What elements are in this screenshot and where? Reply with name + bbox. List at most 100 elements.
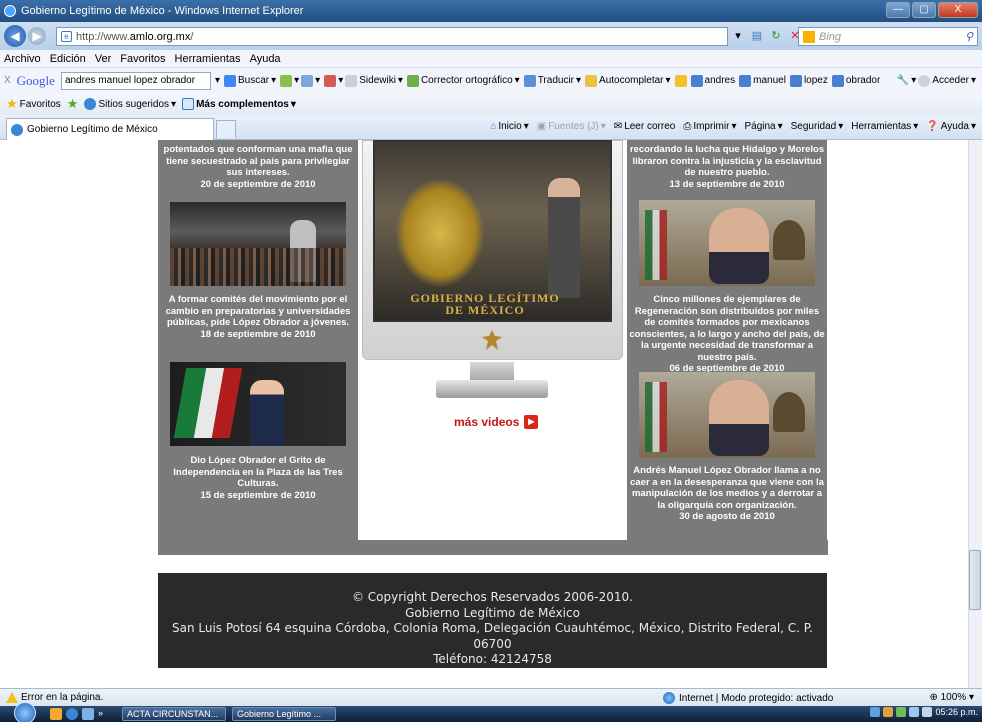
herramientas-button[interactable]: Herramientas ▾: [851, 121, 918, 132]
status-error-text[interactable]: Error en la página.: [21, 692, 103, 703]
folder-icon[interactable]: [82, 708, 94, 720]
taskbar-item-acta[interactable]: ACTA CIRCUNSTAN...: [122, 707, 226, 721]
highlight-obrador[interactable]: obrador: [831, 74, 881, 87]
dropdown-arrow-icon[interactable]: ▾: [215, 75, 220, 86]
tray-icon[interactable]: [883, 707, 894, 717]
news-photo-portrait-1[interactable]: [639, 200, 815, 286]
back-button[interactable]: ◀: [4, 25, 26, 47]
menu-edicion[interactable]: Edición: [50, 53, 86, 65]
bing-placeholder: Bing: [819, 30, 842, 43]
news-date: 15 de septiembre de 2010: [200, 489, 316, 501]
leer-correo-button[interactable]: ✉ Leer correo: [614, 121, 676, 132]
sitios-sugeridos-button[interactable]: Sitios sugeridos ▾: [84, 98, 176, 110]
spellcheck-icon: [406, 74, 419, 87]
url-suffix: /: [190, 30, 194, 43]
show-desktop-icon[interactable]: [50, 708, 62, 720]
address-bar: ◀ ▶ e http://www. amlo.org.mx / ▾ ▤ ↻ ✕ Bi…: [0, 22, 982, 50]
news-item-left-2[interactable]: A formar comités del movimiento por el c…: [160, 294, 356, 340]
footer-org: Gobierno Legítimo de México: [405, 605, 580, 620]
menu-herramientas[interactable]: Herramientas: [175, 53, 241, 65]
system-tray: 05:26 p.m.: [870, 707, 978, 717]
menu-ayuda[interactable]: Ayuda: [250, 53, 281, 65]
new-tab-button[interactable]: [216, 120, 236, 138]
bing-logo-icon: [803, 30, 815, 43]
more-videos-link[interactable]: más videos ▶: [454, 415, 539, 429]
highlight-lopez[interactable]: lopez: [789, 74, 828, 87]
scrollbar-thumb[interactable]: [969, 550, 981, 610]
footer-phone: Teléfono: 42124758: [433, 652, 552, 666]
start-button[interactable]: [14, 702, 36, 722]
close-button[interactable]: X: [938, 2, 978, 18]
news-text: potentados que conforman una mafia que t…: [163, 144, 353, 178]
url-prefix: http://www.: [76, 30, 130, 43]
menu-ver[interactable]: Ver: [95, 53, 112, 65]
highlight-label: obrador: [845, 75, 881, 86]
google-logo: Google: [16, 72, 55, 88]
inicio-label: Inicio: [498, 121, 522, 132]
video-player[interactable]: GOBIERNO LEGÍTIMO DE MÉXICO: [373, 140, 612, 322]
herramientas-label: Herramientas: [851, 121, 912, 132]
news-photo-rally[interactable]: [170, 202, 346, 286]
sidewiki-button[interactable]: ▾ Sidewiki ▾: [324, 74, 403, 87]
search-icon[interactable]: ⚲: [965, 30, 973, 43]
bing-search-input[interactable]: Bing ⚲: [798, 27, 978, 46]
forward-button[interactable]: ▶: [28, 27, 46, 45]
clock[interactable]: 05:26 p.m.: [935, 707, 978, 717]
news-item-left-1[interactable]: potentados que conforman una mafia que t…: [160, 144, 356, 190]
tray-icon[interactable]: [896, 707, 907, 717]
traducir-button[interactable]: Traducir ▾: [523, 74, 581, 87]
zoom-level: 100%: [940, 692, 967, 703]
google-search-input[interactable]: andres manuel lopez obrador: [60, 71, 211, 90]
google-search-icon: [223, 74, 236, 87]
zoom-control[interactable]: ⊕ 100% ▾: [929, 692, 974, 703]
pagina-button[interactable]: Página ▾: [744, 121, 782, 132]
highlight-manuel[interactable]: manuel: [739, 74, 786, 87]
news-photo-grito[interactable]: [170, 362, 346, 446]
inicio-button[interactable]: ⌂ Inicio ▾: [490, 121, 528, 132]
more-icon[interactable]: »: [98, 708, 103, 720]
autocompletar-button[interactable]: Autocompletar ▾: [585, 74, 671, 87]
mail-icon: ✉: [613, 121, 623, 132]
highlight-andres[interactable]: andres: [690, 74, 735, 87]
gear-icon: [280, 74, 293, 87]
favoritos-button[interactable]: ★ Favoritos: [6, 96, 61, 112]
network-icon[interactable]: [909, 707, 920, 717]
tab-gobierno-legitimo[interactable]: Gobierno Legítimo de México: [6, 118, 214, 140]
ayuda-button[interactable]: ❓ Ayuda ▾: [926, 121, 976, 132]
refresh-icon[interactable]: ↻: [768, 28, 784, 44]
news-item-left-3[interactable]: Dio López Obrador el Grito de Independen…: [160, 455, 356, 501]
warning-icon[interactable]: [6, 692, 18, 703]
imprimir-button[interactable]: ⎙ Imprimir ▾: [683, 121, 736, 132]
add-favorite-icon[interactable]: ★: [67, 96, 79, 112]
corrector-button[interactable]: Corrector ortográfico ▾: [406, 74, 520, 87]
buscar-button[interactable]: Buscar ▾: [223, 74, 276, 87]
ie-icon[interactable]: [66, 708, 78, 720]
autocompletar-label: Autocompletar: [599, 75, 664, 86]
volume-icon[interactable]: [922, 707, 933, 717]
toolbar-options[interactable]: ▾ ▾: [280, 74, 320, 87]
eagle-emblem-icon: [395, 178, 485, 288]
toolbar-close-icon[interactable]: X: [4, 75, 11, 86]
security-zone[interactable]: Internet | Modo protegido: activado: [663, 692, 833, 704]
acceder-button[interactable]: 🔧 ▾ Acceder ▾: [897, 74, 976, 87]
compatibility-icon[interactable]: ▤: [749, 28, 765, 44]
fuentes-button[interactable]: ▣ Fuentes (J) ▾: [537, 121, 606, 132]
news-item-right-3[interactable]: Andrés Manuel López Obrador llama a no c…: [629, 465, 825, 523]
dropdown-arrow-icon[interactable]: ▾: [730, 28, 746, 44]
minimize-button[interactable]: —: [886, 2, 910, 18]
url-field[interactable]: e http://www. amlo.org.mx /: [56, 27, 728, 46]
news-item-right-2[interactable]: Cinco millones de ejemplares de Regenera…: [629, 294, 825, 375]
highlight-pen-icon[interactable]: [674, 74, 687, 87]
menu-archivo[interactable]: Archivo: [4, 53, 41, 65]
task-label: Gobierno Legítimo ...: [237, 709, 322, 719]
maximize-button[interactable]: ▢: [912, 2, 936, 18]
vertical-scrollbar[interactable]: [968, 140, 982, 688]
seguridad-button[interactable]: Seguridad ▾: [791, 121, 844, 132]
news-photo-portrait-2[interactable]: [639, 372, 815, 458]
taskbar-item-ie[interactable]: Gobierno Legítimo ...: [232, 707, 336, 721]
news-item-right-1[interactable]: recordando la lucha que Hidalgo y Morelo…: [629, 144, 825, 190]
tray-icon[interactable]: [870, 707, 881, 717]
menu-favoritos[interactable]: Favoritos: [120, 53, 165, 65]
complementos-button[interactable]: Más complementos ▾: [182, 98, 296, 110]
fuentes-label: Fuentes (J): [548, 121, 599, 132]
